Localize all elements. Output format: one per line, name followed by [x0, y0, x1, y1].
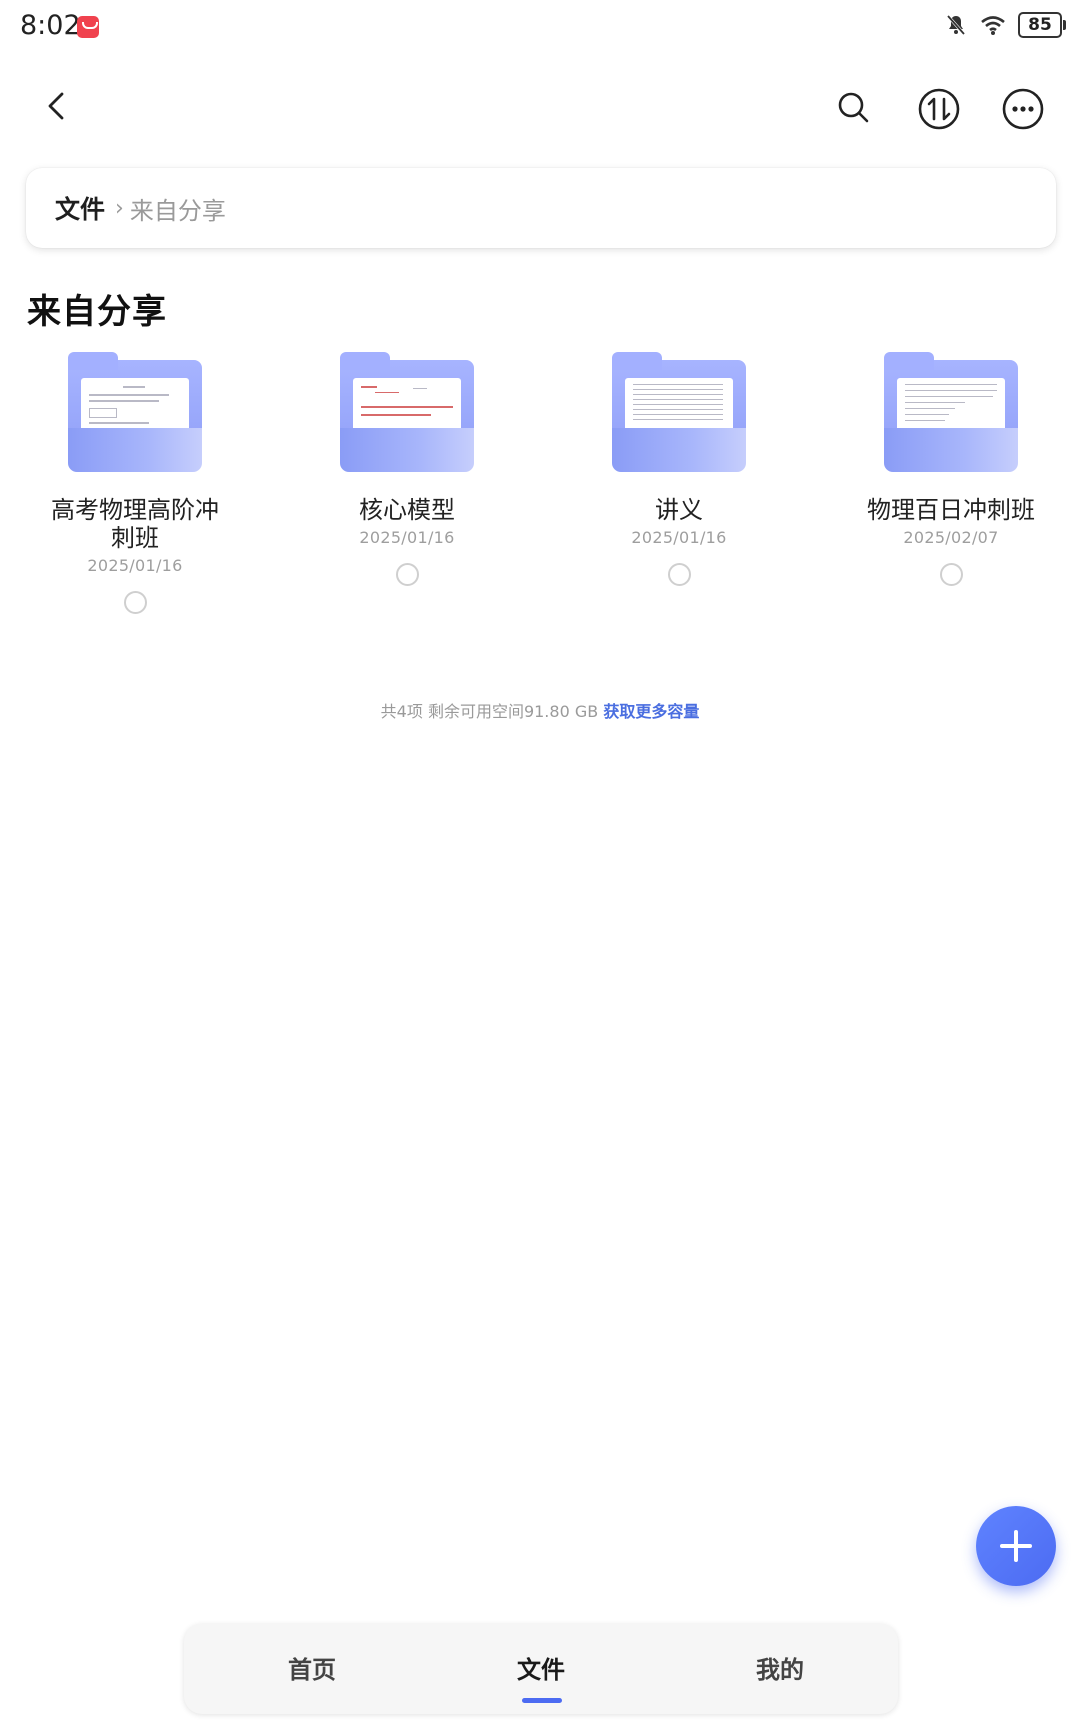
search-icon[interactable] [832, 86, 876, 130]
folder-item[interactable]: 核心模型 2025/01/16 [272, 352, 542, 590]
add-button[interactable] [976, 1506, 1056, 1586]
more-dots-icon[interactable] [1000, 86, 1046, 132]
status-icons: 85 [944, 12, 1066, 38]
folder-item[interactable]: 物理百日冲刺班 2025/02/07 [816, 352, 1080, 590]
folder-date: 2025/01/16 [359, 528, 455, 547]
select-checkbox[interactable] [667, 563, 691, 586]
select-checkbox[interactable] [939, 563, 963, 586]
status-time: 8:02 [20, 10, 81, 41]
back-button[interactable] [38, 86, 78, 126]
folder-icon [612, 352, 746, 472]
bell-muted-icon [946, 15, 966, 35]
folder-icon [68, 352, 202, 472]
tab-files[interactable]: 文件 [461, 1650, 621, 1685]
page-title: 来自分享 [27, 292, 167, 332]
folder-date: 2025/01/16 [87, 556, 183, 575]
folder-item[interactable]: 讲义 2025/01/16 [544, 352, 814, 590]
bottom-tab-bar: 首页 文件 我的 [184, 1624, 898, 1714]
breadcrumb: 文件 › 来自分享 [26, 168, 1056, 248]
folder-icon [884, 352, 1018, 472]
file-manager-page: 8:02 85 文件 › 来自分享 来自分享 高考物理高阶冲刺班 2025/01… [0, 0, 1080, 1728]
app-notification-icon [77, 16, 99, 38]
folder-name: 讲义 [655, 496, 703, 524]
tab-home[interactable]: 首页 [232, 1650, 392, 1685]
wifi-icon [981, 16, 1005, 35]
folder-date: 2025/01/16 [631, 528, 727, 547]
folder-name: 核心模型 [359, 496, 455, 524]
tab-mine[interactable]: 我的 [700, 1650, 860, 1685]
folder-name: 物理百日冲刺班 [867, 496, 1035, 524]
breadcrumb-current: 来自分享 [129, 196, 226, 225]
battery-icon: 85 [1018, 12, 1066, 38]
sort-arrows-icon[interactable] [916, 86, 962, 132]
breadcrumb-root[interactable]: 文件 [55, 190, 105, 226]
storage-info: 共4项 剩余可用空间91.80 GB 获取更多容量 [0, 698, 1080, 722]
storage-summary: 共4项 剩余可用空间91.80 GB [380, 702, 599, 721]
status-bar: 8:02 85 [0, 0, 1080, 56]
folder-name: 高考物理高阶冲刺班 [51, 496, 219, 552]
active-tab-indicator [522, 1698, 562, 1703]
folder-item[interactable]: 高考物理高阶冲刺班 2025/01/16 [0, 352, 270, 618]
select-checkbox[interactable] [123, 591, 147, 614]
get-more-storage-link[interactable]: 获取更多容量 [603, 702, 699, 721]
folder-date: 2025/02/07 [903, 528, 999, 547]
chevron-right-icon: › [115, 195, 124, 221]
folder-icon [340, 352, 474, 472]
select-checkbox[interactable] [395, 563, 419, 586]
